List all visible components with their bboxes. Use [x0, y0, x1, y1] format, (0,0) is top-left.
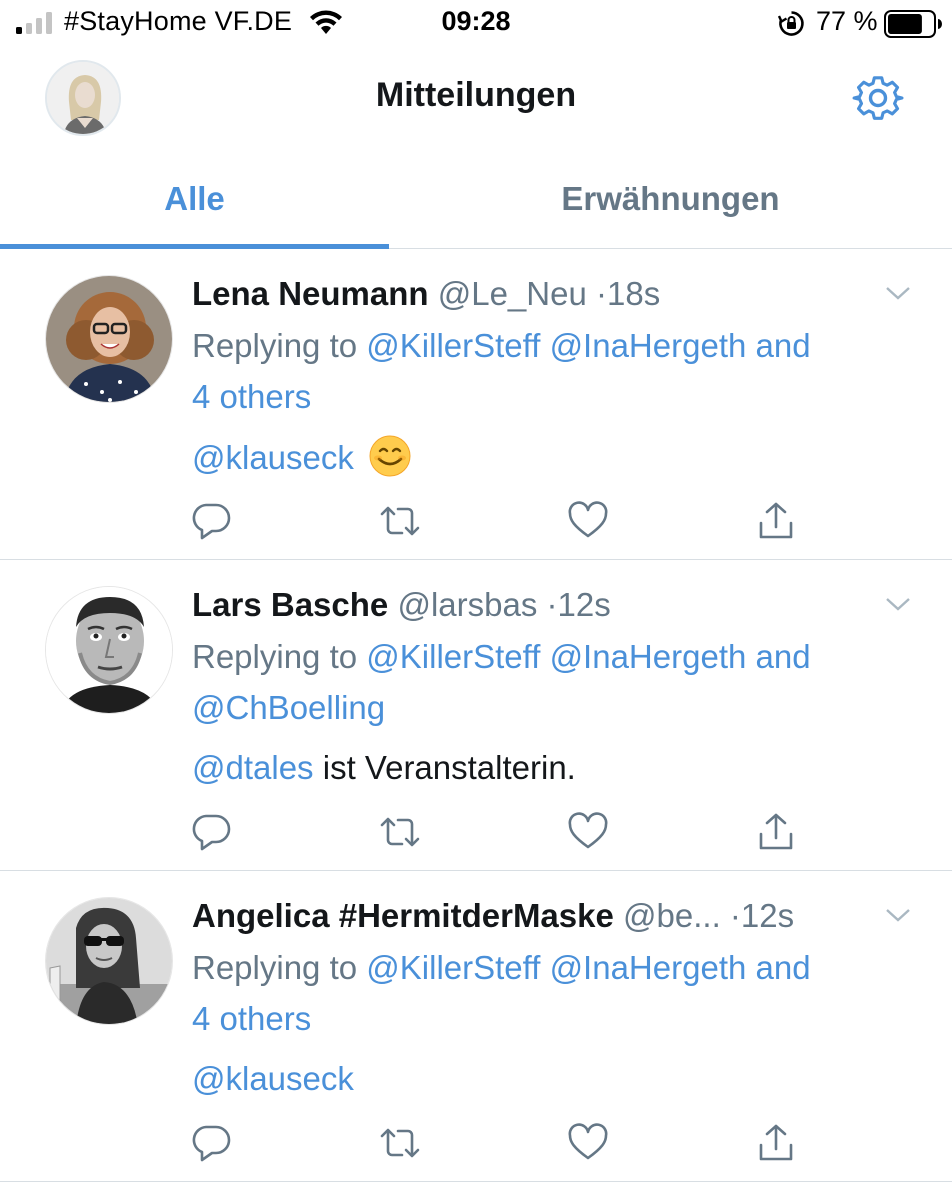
avatar[interactable] — [45, 275, 173, 403]
display-name[interactable]: Angelica #HermitderMaske — [192, 897, 614, 934]
like-icon[interactable] — [568, 812, 608, 852]
smiling-face-emoji — [369, 435, 411, 477]
replying-to-line-2: 4 others — [192, 993, 311, 1044]
mention-link[interactable]: @KillerSteff — [366, 949, 540, 986]
replying-to-line-2: 4 others — [192, 371, 311, 422]
tweet-text: @klauseck — [192, 435, 411, 480]
tweet-body: Lars Basche @larsbas ·12s Replying to @K… — [192, 586, 912, 856]
replying-to-line: Replying to @KillerSteff @InaHergeth and — [192, 631, 811, 682]
replying-to-line-2: @ChBoelling — [192, 682, 385, 733]
share-icon[interactable] — [756, 1123, 796, 1163]
others-link[interactable]: 4 others — [192, 378, 311, 415]
tweet-item[interactable]: Angelica #HermitderMaske @be... ·12s Rep… — [0, 871, 952, 1182]
chevron-down-icon[interactable] — [884, 283, 912, 303]
retweet-icon[interactable] — [380, 1123, 420, 1163]
gear-icon[interactable] — [852, 72, 904, 124]
tweet-actions — [192, 1123, 912, 1163]
reply-icon[interactable] — [192, 812, 232, 852]
retweet-icon[interactable] — [380, 501, 420, 541]
handle[interactable]: @larsbas — [397, 586, 537, 623]
display-name[interactable]: Lena Neumann — [192, 275, 429, 312]
tweet-body: Angelica #HermitderMaske @be... ·12s Rep… — [192, 897, 912, 1167]
mention-link[interactable]: @KillerSteff — [366, 638, 540, 675]
replying-to-label: Replying to — [192, 949, 367, 986]
reply-icon[interactable] — [192, 1123, 232, 1163]
status-time: 09:28 — [441, 6, 511, 36]
mention-link[interactable]: @ChBoelling — [192, 689, 385, 726]
mention-link[interactable]: @InaHergeth — [550, 327, 747, 364]
tweet-actions — [192, 812, 912, 852]
chevron-down-icon[interactable] — [884, 905, 912, 925]
tweet-body: Lena Neumann @Le_Neu ·18s Replying to @K… — [192, 275, 912, 545]
tweet-item[interactable]: Lena Neumann @Le_Neu ·18s Replying to @K… — [0, 249, 952, 560]
tweet-item[interactable]: Lars Basche @larsbas ·12s Replying to @K… — [0, 560, 952, 871]
header: Mitteilungen — [0, 50, 952, 150]
status-bar: #StayHome VF.DE 09:28 77 % — [0, 0, 952, 50]
tweet-header: Lena Neumann @Le_Neu ·18s — [192, 275, 660, 319]
replying-and[interactable]: and — [756, 327, 811, 364]
share-icon[interactable] — [756, 812, 796, 852]
replying-to-label: Replying to — [192, 327, 367, 364]
battery-percentage: 77 % — [816, 6, 878, 36]
tweet-text: @klauseck — [192, 1057, 354, 1101]
display-name[interactable]: Lars Basche — [192, 586, 388, 623]
mention-link[interactable]: @InaHergeth — [550, 949, 747, 986]
chevron-down-icon[interactable] — [884, 594, 912, 614]
mention-link[interactable]: @KillerSteff — [366, 327, 540, 364]
battery-icon — [884, 10, 942, 38]
timestamp: 12s — [557, 586, 611, 623]
share-icon[interactable] — [756, 501, 796, 541]
tab-mentions[interactable]: Erwähnungen — [389, 150, 952, 248]
mention-link[interactable]: @klauseck — [192, 439, 354, 476]
notification-tabs: Alle Erwähnungen — [0, 150, 952, 249]
like-icon[interactable] — [568, 501, 608, 541]
retweet-icon[interactable] — [380, 812, 420, 852]
tweet-header: Lars Basche @larsbas ·12s — [192, 586, 611, 630]
handle[interactable]: @Le_Neu — [438, 275, 587, 312]
replying-to-line: Replying to @KillerSteff @InaHergeth and — [192, 942, 811, 993]
mention-link[interactable]: @klauseck — [192, 1060, 354, 1097]
like-icon[interactable] — [568, 1123, 608, 1163]
handle[interactable]: @be... — [623, 897, 721, 934]
timestamp: 12s — [740, 897, 795, 934]
reply-icon[interactable] — [192, 501, 232, 541]
replying-to-label: Replying to — [192, 638, 367, 675]
separator-dot: · — [546, 586, 558, 623]
others-link[interactable]: 4 others — [192, 1000, 311, 1037]
replying-and[interactable]: and — [756, 638, 811, 675]
avatar[interactable] — [45, 897, 173, 1025]
rotation-lock-icon — [778, 11, 804, 36]
timestamp: 18s — [607, 275, 661, 312]
tweet-actions — [192, 501, 912, 541]
mention-link[interactable]: @dtales — [192, 749, 314, 786]
tweet-text: @dtales ist Veranstalterin. — [192, 746, 576, 790]
replying-to-line: Replying to @KillerSteff @InaHergeth and — [192, 320, 811, 371]
tweet-header: Angelica #HermitderMaske @be... ·12s — [192, 897, 794, 941]
separator-dot: · — [596, 275, 607, 312]
avatar[interactable] — [45, 586, 173, 714]
mention-link[interactable]: @InaHergeth — [550, 638, 747, 675]
page-title: Mitteilungen — [375, 76, 577, 114]
tweet-text-rest: ist Veranstalterin. — [313, 749, 576, 786]
tab-all[interactable]: Alle — [0, 150, 389, 248]
replying-and[interactable]: and — [756, 949, 811, 986]
separator-dot: · — [729, 897, 741, 934]
